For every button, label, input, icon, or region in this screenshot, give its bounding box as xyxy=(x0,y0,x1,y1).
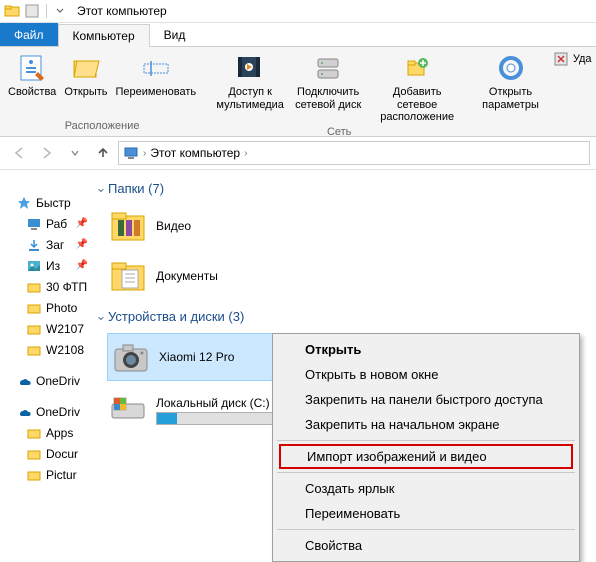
star-icon xyxy=(16,195,32,211)
ctx-separator xyxy=(277,440,575,441)
folder-icon xyxy=(26,321,42,337)
folder-icon xyxy=(26,279,42,295)
ribbon: Свойства Открыть Переименовать Расположе… xyxy=(0,47,596,137)
sidebar-item[interactable]: Раб📌 xyxy=(16,213,88,234)
group-header-folders[interactable]: ⌄ Папки (7) xyxy=(94,180,590,196)
group-header-devices[interactable]: ⌄ Устройства и диски (3) xyxy=(94,308,590,324)
videos-folder-icon xyxy=(108,206,148,246)
camera-icon xyxy=(111,337,151,377)
group-label-system xyxy=(478,132,543,134)
forward-button[interactable] xyxy=(34,140,60,166)
sidebar-item[interactable]: 30 ФТП xyxy=(16,276,88,297)
nav-bar: › Этот компьютер › xyxy=(0,137,596,170)
sidebar-item[interactable]: W2107 xyxy=(16,318,88,339)
ribbon-group-location: Свойства Открыть Переименовать Расположе… xyxy=(0,47,204,136)
rename-button[interactable]: Переименовать xyxy=(112,50,201,101)
tab-computer[interactable]: Компьютер xyxy=(58,24,150,47)
qa-save-icon[interactable] xyxy=(24,3,40,19)
uninstall-button[interactable]: Уда xyxy=(553,51,592,67)
onedrive-icon xyxy=(16,373,32,389)
sidebar-item[interactable]: W2108 xyxy=(16,339,88,360)
qa-dropdown-icon[interactable] xyxy=(53,4,67,18)
folder-icon xyxy=(26,300,42,316)
sidebar-item[interactable]: Из📌 xyxy=(16,255,88,276)
pin-icon: 📌 xyxy=(76,239,88,250)
context-menu: Открыть Открыть в новом окне Закрепить н… xyxy=(272,333,580,562)
address-bar[interactable]: › Этот компьютер › xyxy=(118,141,590,165)
folder-item-videos[interactable]: Видео xyxy=(108,206,338,246)
folder-item-documents[interactable]: Документы xyxy=(108,256,338,296)
media-access-button[interactable]: Доступ к мультимедиа xyxy=(212,50,288,113)
ctx-open[interactable]: Открыть xyxy=(275,337,577,362)
open-settings-button[interactable]: Открыть параметры xyxy=(478,50,543,113)
group-label-location: Расположение xyxy=(4,120,200,134)
onedrive-icon xyxy=(16,404,32,420)
window-title: Этот компьютер xyxy=(77,4,167,18)
settings-icon xyxy=(495,52,527,84)
item-label: Xiaomi 12 Pro xyxy=(159,350,234,364)
ribbon-tabs: Файл Компьютер Вид xyxy=(0,23,596,47)
desktop-icon xyxy=(26,216,42,232)
ctx-pin-quick-access[interactable]: Закрепить на панели быстрого доступа xyxy=(275,387,577,412)
open-icon xyxy=(70,52,102,84)
window-icon xyxy=(4,3,20,19)
chevron-down-icon: ⌄ xyxy=(94,308,108,324)
folder-icon xyxy=(26,446,42,462)
downloads-icon xyxy=(26,237,42,253)
sidebar-item[interactable]: Docur xyxy=(16,443,88,464)
sidebar-onedrive[interactable]: OneDriv xyxy=(16,370,88,391)
address-segment[interactable]: Этот компьютер xyxy=(150,146,240,160)
sidebar-item[interactable]: Pictur xyxy=(16,464,88,485)
folder-icon xyxy=(26,425,42,441)
ctx-open-new-window[interactable]: Открыть в новом окне xyxy=(275,362,577,387)
chevron-down-icon: ⌄ xyxy=(94,180,108,196)
sidebar-onedrive[interactable]: OneDriv xyxy=(16,401,88,422)
properties-button[interactable]: Свойства xyxy=(4,50,60,101)
open-button[interactable]: Открыть xyxy=(60,50,111,101)
tab-view[interactable]: Вид xyxy=(150,23,200,46)
ribbon-side-buttons: Уда xyxy=(547,47,596,136)
chevron-right-icon[interactable]: › xyxy=(244,148,247,159)
up-button[interactable] xyxy=(90,140,116,166)
ctx-rename[interactable]: Переименовать xyxy=(275,501,577,526)
ribbon-group-network: Доступ к мультимедиа Подключить сетевой … xyxy=(208,47,470,136)
group-label-network: Сеть xyxy=(212,126,466,140)
history-dropdown[interactable] xyxy=(62,140,88,166)
ctx-pin-start[interactable]: Закрепить на начальном экране xyxy=(275,412,577,437)
add-network-icon xyxy=(401,52,433,84)
sidebar-quick-access[interactable]: Быстр xyxy=(16,192,88,213)
add-network-button[interactable]: Добавить сетевое расположение xyxy=(368,50,466,126)
ctx-properties[interactable]: Свойства xyxy=(275,533,577,558)
properties-icon xyxy=(16,52,48,84)
divider xyxy=(46,4,47,18)
back-button[interactable] xyxy=(6,140,32,166)
uninstall-icon xyxy=(553,51,569,67)
sidebar-item[interactable]: Photo xyxy=(16,297,88,318)
ctx-import-images[interactable]: Импорт изображений и видео xyxy=(279,444,573,469)
ctx-separator xyxy=(277,529,575,530)
drive-icon xyxy=(108,390,148,430)
sidebar: Быстр Раб📌 Заг📌 Из📌 30 ФТП Photo W2107 W… xyxy=(0,170,90,553)
sidebar-item[interactable]: Apps xyxy=(16,422,88,443)
folder-icon xyxy=(26,342,42,358)
item-label: Видео xyxy=(156,219,191,233)
pin-icon: 📌 xyxy=(76,260,88,271)
ribbon-group-system: Открыть параметры xyxy=(474,47,547,136)
chevron-right-icon[interactable]: › xyxy=(143,148,146,159)
ctx-separator xyxy=(277,472,575,473)
media-icon xyxy=(234,52,266,84)
map-drive-button[interactable]: Подключить сетевой диск xyxy=(288,50,368,113)
rename-icon xyxy=(140,52,172,84)
pictures-icon xyxy=(26,258,42,274)
tab-file[interactable]: Файл xyxy=(0,23,58,46)
ctx-create-shortcut[interactable]: Создать ярлык xyxy=(275,476,577,501)
pc-icon xyxy=(123,145,139,161)
folder-icon xyxy=(26,467,42,483)
map-drive-icon xyxy=(312,52,344,84)
pin-icon: 📌 xyxy=(76,218,88,229)
title-bar: Этот компьютер xyxy=(0,0,596,23)
sidebar-item[interactable]: Заг📌 xyxy=(16,234,88,255)
item-label: Документы xyxy=(156,269,218,283)
documents-folder-icon xyxy=(108,256,148,296)
